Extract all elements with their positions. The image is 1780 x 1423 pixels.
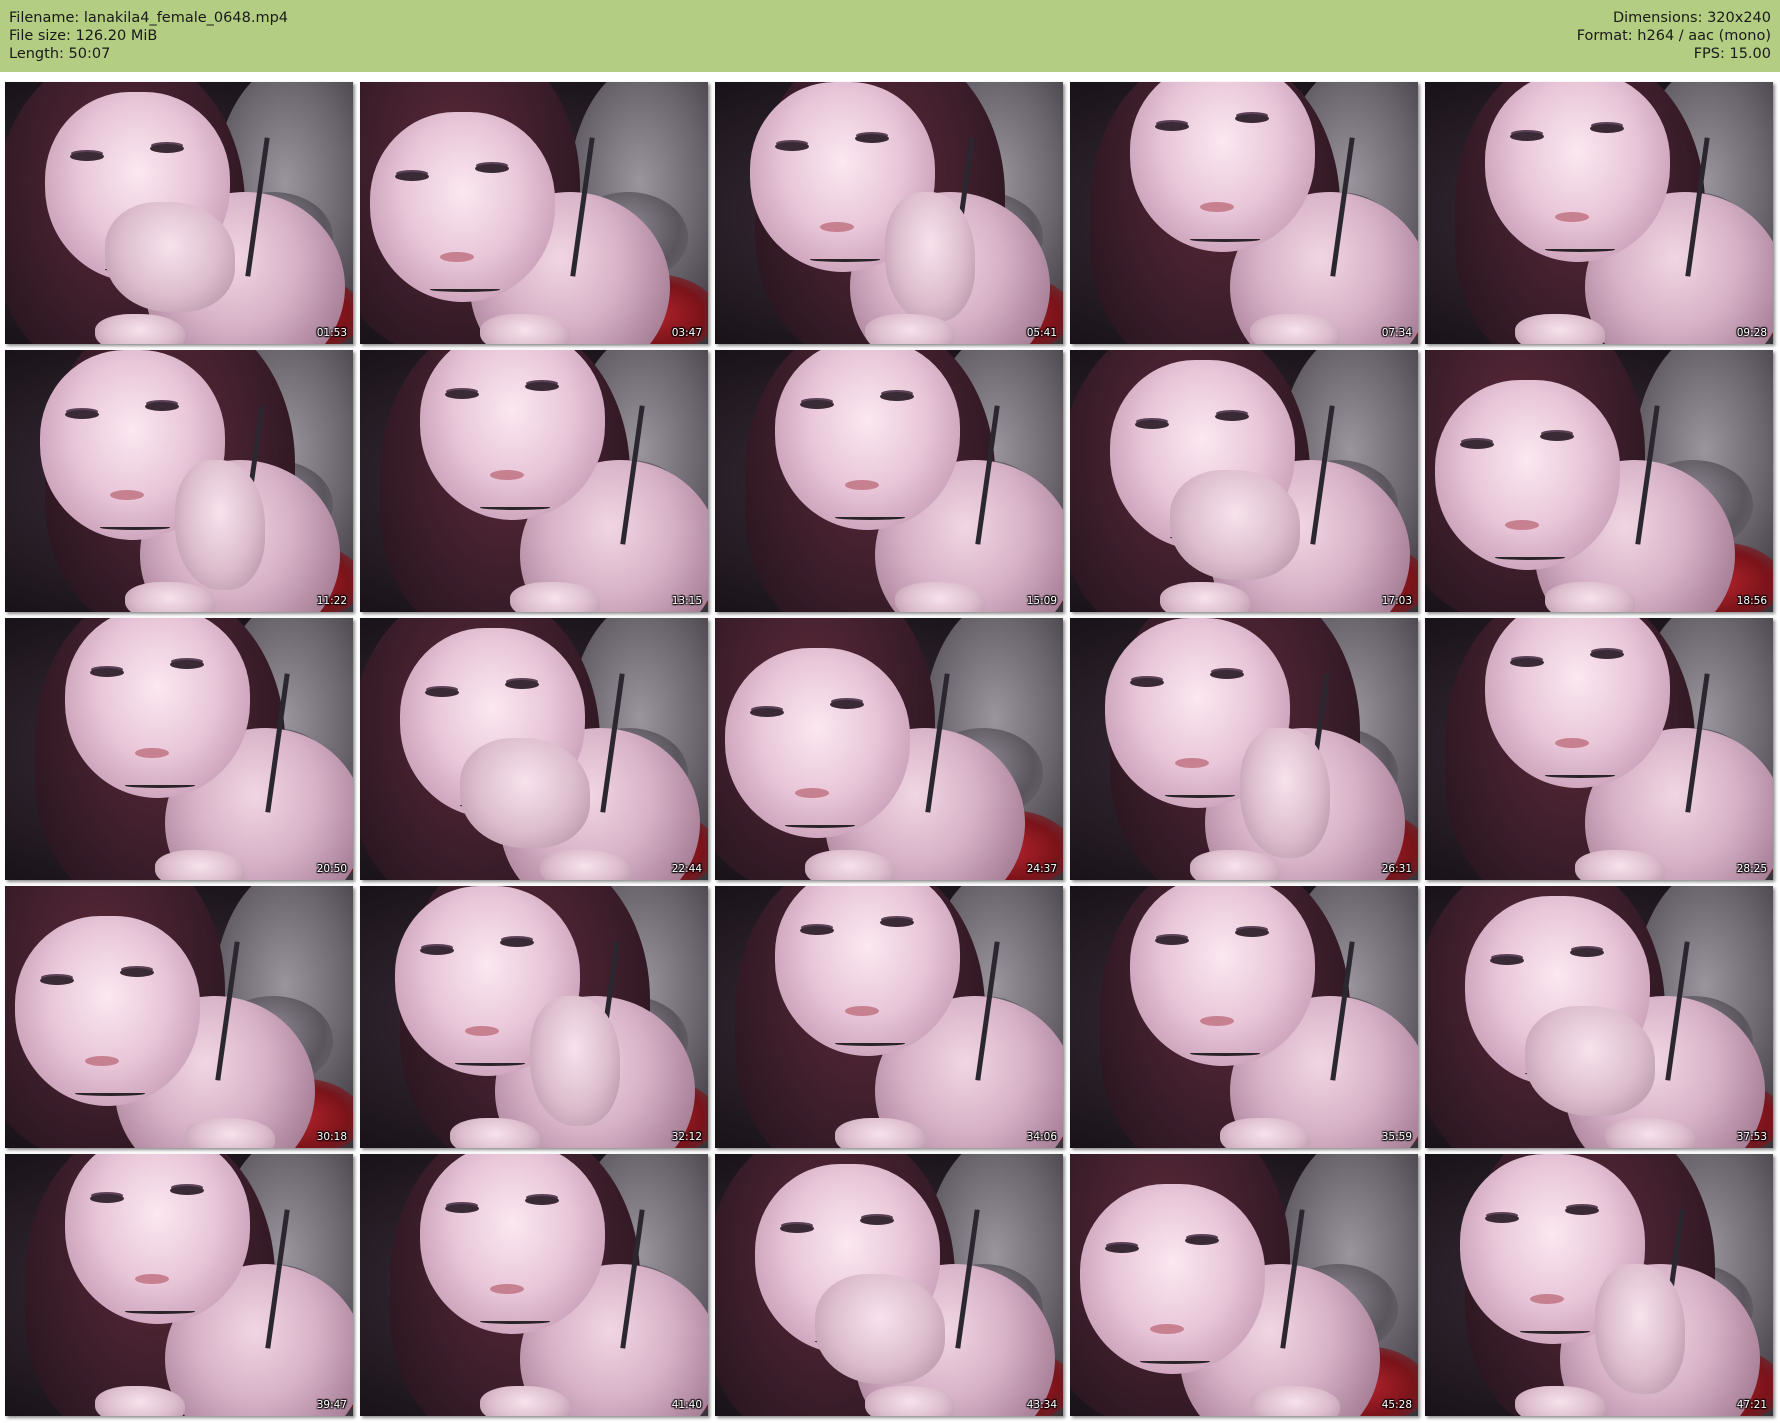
thumbnail-timestamp: 07:34	[1381, 327, 1412, 339]
format-line: Format: h264 / aac (mono)	[1577, 27, 1771, 45]
video-frame-image	[5, 82, 353, 344]
thumbnail-timestamp: 39:47	[316, 1399, 347, 1411]
thumbnail[interactable]: 22:44	[360, 618, 708, 880]
thumbnail[interactable]: 07:34	[1070, 82, 1418, 344]
video-frame-image	[360, 350, 708, 612]
header-right-info: Dimensions: 320x240 Format: h264 / aac (…	[1577, 9, 1771, 63]
thumbnail-timestamp: 03:47	[671, 327, 702, 339]
length-label: Length:	[9, 46, 64, 62]
video-frame-image	[715, 82, 1063, 344]
video-frame-image	[5, 350, 353, 612]
thumbnail[interactable]: 17:03	[1070, 350, 1418, 612]
video-frame-image	[5, 618, 353, 880]
thumbnail[interactable]: 47:21	[1425, 1154, 1773, 1416]
thumbnail[interactable]: 37:53	[1425, 886, 1773, 1148]
format-value: h264 / aac (mono)	[1637, 28, 1771, 44]
video-frame-image	[1070, 350, 1418, 612]
thumbnail-timestamp: 41:40	[671, 1399, 702, 1411]
filesize-label: File size:	[9, 28, 71, 44]
length-value: 50:07	[68, 46, 111, 62]
thumbnail-timestamp: 05:41	[1026, 327, 1057, 339]
thumbnail[interactable]: 20:50	[5, 618, 353, 880]
thumbnail-timestamp: 20:50	[316, 863, 347, 875]
thumbnail-timestamp: 11:22	[316, 595, 347, 607]
video-frame-image	[5, 1154, 353, 1416]
video-frame-image	[1425, 886, 1773, 1148]
thumbnail-timestamp: 28:25	[1736, 863, 1767, 875]
thumbnail-timestamp: 45:28	[1381, 1399, 1412, 1411]
thumbnail-timestamp: 35:59	[1381, 1131, 1412, 1143]
video-frame-image	[5, 886, 353, 1148]
video-frame-image	[715, 1154, 1063, 1416]
filesize-line: File size: 126.20 MiB	[9, 27, 288, 45]
video-frame-image	[715, 886, 1063, 1148]
dimensions-label: Dimensions:	[1612, 10, 1703, 26]
video-frame-image	[715, 350, 1063, 612]
video-frame-image	[1070, 886, 1418, 1148]
thumbnail[interactable]: 32:12	[360, 886, 708, 1148]
thumbnail[interactable]: 41:40	[360, 1154, 708, 1416]
filename-label: Filename:	[9, 10, 80, 26]
format-label: Format:	[1576, 28, 1633, 44]
thumbnail[interactable]: 39:47	[5, 1154, 353, 1416]
video-frame-image	[715, 618, 1063, 880]
thumbnail[interactable]: 13:15	[360, 350, 708, 612]
dimensions-value: 320x240	[1707, 10, 1771, 26]
thumbnail[interactable]: 18:56	[1425, 350, 1773, 612]
thumbnail-timestamp: 17:03	[1381, 595, 1412, 607]
thumbnail-timestamp: 18:56	[1736, 595, 1767, 607]
thumbnail[interactable]: 43:34	[715, 1154, 1063, 1416]
video-frame-image	[1425, 350, 1773, 612]
thumbnail[interactable]: 03:47	[360, 82, 708, 344]
filename-value: lanakila4_female_0648.mp4	[83, 10, 288, 26]
thumbnail-timestamp: 13:15	[671, 595, 702, 607]
thumbnail[interactable]: 34:06	[715, 886, 1063, 1148]
dimensions-line: Dimensions: 320x240	[1577, 9, 1771, 27]
length-line: Length: 50:07	[9, 45, 288, 63]
thumbnail[interactable]: 28:25	[1425, 618, 1773, 880]
thumbnail-timestamp: 15:09	[1026, 595, 1057, 607]
video-frame-image	[1070, 1154, 1418, 1416]
thumbnail-timestamp: 30:18	[316, 1131, 347, 1143]
video-frame-image	[360, 1154, 708, 1416]
fps-label: FPS:	[1693, 46, 1725, 62]
fps-line: FPS: 15.00	[1577, 45, 1771, 63]
video-frame-image	[1425, 1154, 1773, 1416]
thumbnail[interactable]: 30:18	[5, 886, 353, 1148]
thumbnail-timestamp: 37:53	[1736, 1131, 1767, 1143]
header-left-info: Filename: lanakila4_female_0648.mp4 File…	[9, 9, 288, 63]
info-header: Filename: lanakila4_female_0648.mp4 File…	[0, 0, 1780, 72]
thumbnail-timestamp: 22:44	[671, 863, 702, 875]
fps-value: 15.00	[1729, 46, 1771, 62]
thumbnail-grid: 01:53 03:47 05:41 07:34 09:28 11:22 13:15 15:09…	[0, 72, 1780, 1423]
thumbnail-timestamp: 34:06	[1026, 1131, 1057, 1143]
thumbnail-timestamp: 43:34	[1026, 1399, 1057, 1411]
thumbnail[interactable]: 45:28	[1070, 1154, 1418, 1416]
thumbnail[interactable]: 11:22	[5, 350, 353, 612]
video-frame-image	[1425, 82, 1773, 344]
thumbnail-timestamp: 01:53	[316, 327, 347, 339]
filesize-value: 126.20 MiB	[75, 28, 158, 44]
video-frame-image	[1070, 618, 1418, 880]
thumbnail-timestamp: 47:21	[1736, 1399, 1767, 1411]
thumbnail-timestamp: 24:37	[1026, 863, 1057, 875]
filename-line: Filename: lanakila4_female_0648.mp4	[9, 9, 288, 27]
thumbnail-timestamp: 32:12	[671, 1131, 702, 1143]
thumbnail[interactable]: 24:37	[715, 618, 1063, 880]
video-frame-image	[1425, 618, 1773, 880]
thumbnail[interactable]: 09:28	[1425, 82, 1773, 344]
thumbnail[interactable]: 35:59	[1070, 886, 1418, 1148]
thumbnail-timestamp: 26:31	[1381, 863, 1412, 875]
thumbnail[interactable]: 15:09	[715, 350, 1063, 612]
video-frame-image	[360, 82, 708, 344]
thumbnail[interactable]: 01:53	[5, 82, 353, 344]
thumbnail[interactable]: 05:41	[715, 82, 1063, 344]
video-frame-image	[360, 618, 708, 880]
thumbnail[interactable]: 26:31	[1070, 618, 1418, 880]
video-frame-image	[360, 886, 708, 1148]
thumbnail-timestamp: 09:28	[1736, 327, 1767, 339]
video-frame-image	[1070, 82, 1418, 344]
